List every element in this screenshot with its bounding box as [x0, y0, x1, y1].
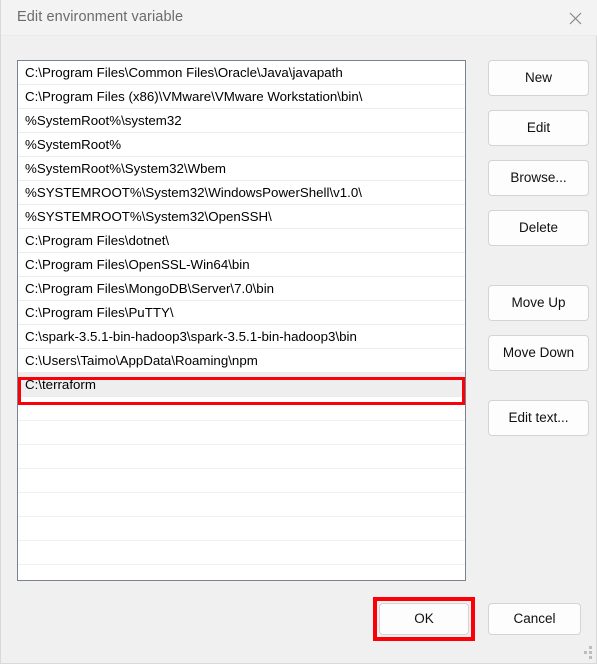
delete-button[interactable]: Delete [488, 210, 589, 246]
list-item-empty[interactable] [18, 469, 465, 493]
list-item[interactable]: C:\Program Files\dotnet\ [18, 229, 465, 253]
list-item[interactable]: C:\terraform [18, 373, 465, 397]
cancel-button[interactable]: Cancel [488, 603, 581, 635]
list-item[interactable]: %SystemRoot%\System32\Wbem [18, 157, 465, 181]
title-bar: Edit environment variable [1, 0, 597, 36]
move-up-button[interactable]: Move Up [488, 285, 589, 321]
list-item[interactable]: %SYSTEMROOT%\System32\OpenSSH\ [18, 205, 465, 229]
window-title: Edit environment variable [17, 9, 184, 25]
list-item-empty[interactable] [18, 397, 465, 421]
list-item-empty[interactable] [18, 445, 465, 469]
list-item[interactable]: C:\spark-3.5.1-bin-hadoop3\spark-3.5.1-b… [18, 325, 465, 349]
ok-button[interactable]: OK [379, 603, 469, 635]
list-item[interactable]: %SystemRoot% [18, 133, 465, 157]
edit-text-button[interactable]: Edit text... [488, 400, 589, 436]
list-item-empty[interactable] [18, 421, 465, 445]
edit-environment-variable-dialog: Edit environment variable C:\Program Fil… [0, 0, 597, 664]
move-down-button[interactable]: Move Down [488, 335, 589, 371]
list-item[interactable]: C:\Program Files\Common Files\Oracle\Jav… [18, 61, 465, 85]
browse-button[interactable]: Browse... [488, 160, 589, 196]
list-item-empty[interactable] [18, 541, 465, 565]
list-item[interactable]: C:\Program Files (x86)\VMware\VMware Wor… [18, 85, 465, 109]
list-item-empty[interactable] [18, 517, 465, 541]
list-item[interactable]: C:\Program Files\MongoDB\Server\7.0\bin [18, 277, 465, 301]
resize-grip[interactable] [579, 646, 592, 659]
list-item[interactable]: C:\Program Files\PuTTY\ [18, 301, 465, 325]
list-item-empty[interactable] [18, 493, 465, 517]
path-list[interactable]: C:\Program Files\Common Files\Oracle\Jav… [17, 60, 466, 581]
list-item[interactable]: %SystemRoot%\system32 [18, 109, 465, 133]
list-item[interactable]: C:\Program Files\OpenSSL-Win64\bin [18, 253, 465, 277]
new-button[interactable]: New [488, 60, 589, 96]
list-item[interactable]: %SYSTEMROOT%\System32\WindowsPowerShell\… [18, 181, 465, 205]
close-icon[interactable] [552, 0, 597, 36]
list-item[interactable]: C:\Users\Taimo\AppData\Roaming\npm [18, 349, 465, 373]
edit-button[interactable]: Edit [488, 110, 589, 146]
